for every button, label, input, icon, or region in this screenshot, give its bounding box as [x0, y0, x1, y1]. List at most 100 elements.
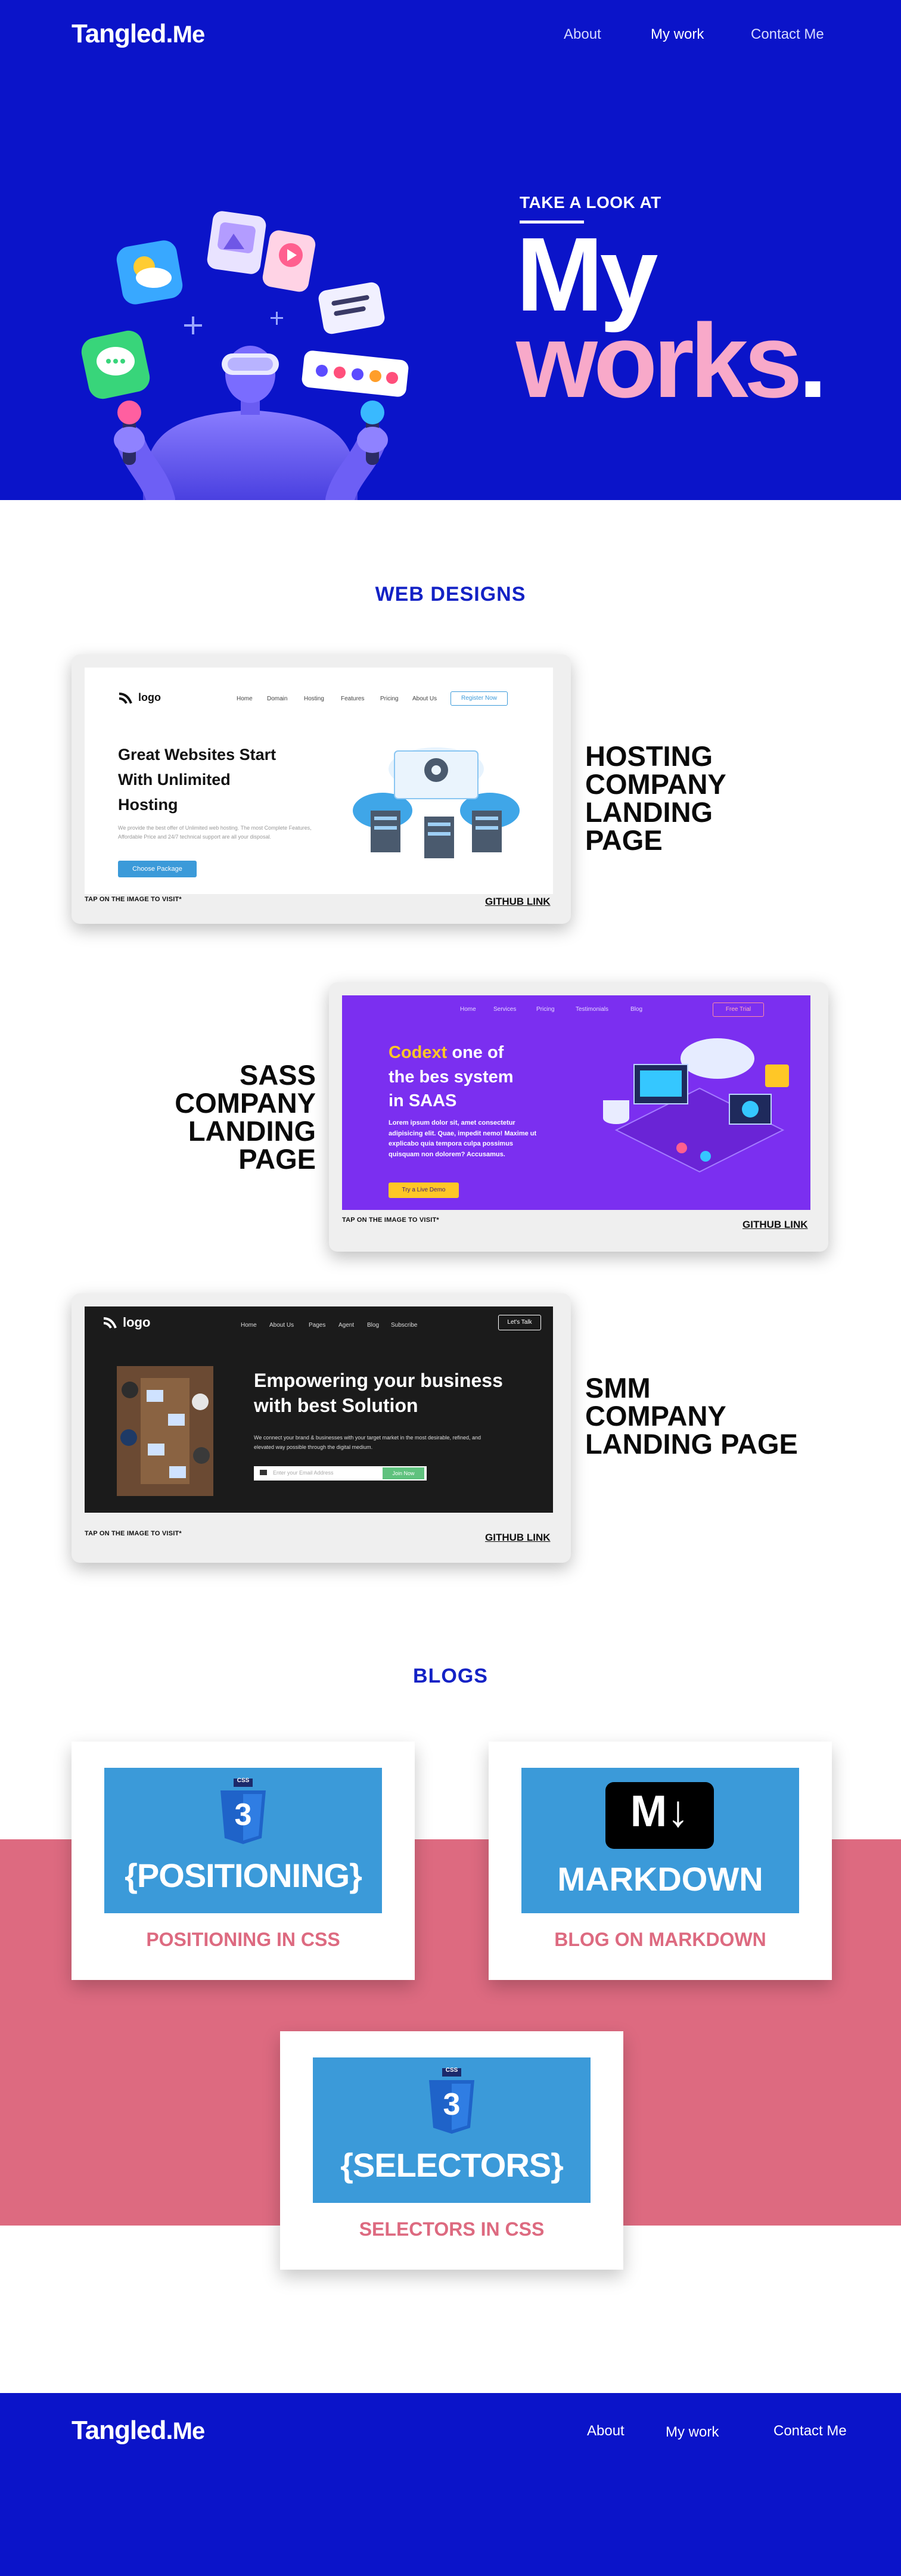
hosting-mock-choose-button: Choose Package [118, 861, 197, 877]
hosting-mock-headline: Great Websites Start With Unlimited Host… [118, 743, 276, 818]
brand-name: Tangled. [72, 19, 173, 48]
blogs-heading: BLOGS [413, 1665, 488, 1687]
sass-mock-demo-button: Try a Live Demo [389, 1183, 459, 1198]
nav-link-my-work[interactable]: My work [651, 26, 704, 43]
smm-mock-nav-agent: Agent [338, 1322, 355, 1329]
hero-title-word: works [516, 303, 803, 420]
sass-title-line2: COMPANY [175, 1087, 316, 1119]
css3-icon: 3 [429, 2068, 474, 2134]
smm-email-placeholder: Enter your Email Address [273, 1470, 334, 1476]
footer-link-contact[interactable]: Contact Me [773, 2423, 847, 2440]
sass-project-title: SASS COMPANY LANDING PAGE [137, 1061, 316, 1173]
smm-mock-nav-pages: Pages [309, 1322, 326, 1329]
chat-card-icon [81, 330, 150, 399]
project-card-sass[interactable]: Home Services Pricing Testimonials Blog … [329, 982, 828, 1252]
hosting-github-link[interactable]: GITHUB LINK [485, 896, 551, 908]
sass-mock-nav-blog: Blog [630, 1006, 643, 1013]
hero-title-line2: works. [516, 309, 828, 414]
hero-section: TAKE A LOOK AT My works. [0, 70, 901, 500]
sass-mock-nav-testimonials: Testimonials [576, 1006, 609, 1013]
nav-link-about[interactable]: About [564, 26, 601, 43]
hosting-mock-body: We provide the best offer of Unlimited w… [118, 825, 312, 840]
brand-logo[interactable]: Tangled.Me [72, 19, 205, 49]
smm-project-title: SMM COMPANY LANDING PAGE [585, 1374, 798, 1458]
blog-card-positioning[interactable]: 3 CSS {POSITIONING} POSITIONING IN CSS [72, 1742, 415, 1980]
smm-title-line1: SMM [585, 1372, 651, 1404]
smm-headline-line1: Empowering your business [254, 1370, 503, 1391]
hosting-headline-line2: With Unlimited [118, 770, 231, 789]
smm-mock-nav-home: Home [241, 1322, 257, 1329]
footer-link-my-work[interactable]: My work [666, 2424, 719, 2441]
sass-mock-body: Lorem ipsum dolor sit, amet consectetur … [389, 1119, 537, 1158]
smm-title-line3: LANDING PAGE [585, 1428, 798, 1460]
smm-mock-body: We connect your brand & businesses with … [254, 1435, 481, 1451]
sass-screenshot[interactable]: Home Services Pricing Testimonials Blog … [342, 995, 810, 1210]
smm-mock-logo: logo [123, 1315, 151, 1330]
mail-icon [260, 1470, 267, 1475]
hosting-mock-logo: logo [138, 691, 161, 703]
smm-mock-nav-subscribe: Subscribe [391, 1322, 418, 1329]
svg-text:3: 3 [235, 1798, 252, 1832]
saas-isometric-illustration [603, 1038, 789, 1173]
sass-headline-line3: in SAAS [389, 1091, 457, 1111]
sass-title-line1: SASS [240, 1059, 316, 1091]
sass-mock-nav-home: Home [460, 1006, 476, 1013]
hosting-mock-nav-features: Features [341, 696, 365, 702]
hosting-mock-nav-about: About Us [412, 696, 437, 702]
top-navbar: Tangled.Me About My work Contact Me [0, 0, 901, 70]
smm-screenshot[interactable]: logo Home About Us Pages Agent Blog Subs… [85, 1306, 553, 1513]
css-badge-text: CSS [445, 2067, 458, 2074]
sass-mock-free-trial-button: Free Trial [713, 1003, 764, 1017]
blog-card-markdown[interactable]: M↓ MARKDOWN BLOG ON MARKDOWN [489, 1742, 832, 1980]
hosting-mock-nav-domain: Domain [267, 696, 288, 702]
blog-title-markdown[interactable]: BLOG ON MARKDOWN [489, 1929, 832, 1951]
blog-title-selectors[interactable]: SELECTORS IN CSS [280, 2218, 623, 2240]
hero-title-dot: . [798, 303, 828, 420]
smm-title-line2: COMPANY [585, 1400, 726, 1432]
sass-tap-hint: TAP ON THE IMAGE TO VISIT* [342, 1216, 439, 1224]
hosting-logo-icon [119, 693, 132, 704]
hero-eyebrow: TAKE A LOOK AT [520, 193, 661, 212]
sass-mock-nav-pricing: Pricing [536, 1006, 555, 1013]
hosting-title-line4: PAGE [585, 824, 663, 856]
footer-brand-logo[interactable]: Tangled.Me [72, 2416, 205, 2445]
weather-card-icon [116, 240, 183, 305]
smm-join-button: Join Now [383, 1467, 424, 1479]
gallery-card-icon [207, 211, 266, 274]
blog-image-markdown: M↓ MARKDOWN [521, 1768, 799, 1913]
blog-title-positioning[interactable]: POSITIONING IN CSS [72, 1929, 415, 1951]
svg-text:3: 3 [443, 2087, 461, 2122]
blog-image-positioning: 3 CSS {POSITIONING} [104, 1768, 382, 1913]
smm-logo-icon [103, 1317, 117, 1329]
hosting-tap-hint: TAP ON THE IMAGE TO VISIT* [85, 896, 182, 903]
web-designs-heading: WEB DESIGNS [375, 583, 526, 606]
nav-link-contact[interactable]: Contact Me [751, 26, 824, 43]
footer-link-about[interactable]: About [587, 2423, 625, 2440]
css-badge-text: CSS [237, 1777, 250, 1784]
blog-card-selectors[interactable]: 3 CSS {SELECTORS} SELECTORS IN CSS [280, 2031, 623, 2270]
hosting-headline-line1: Great Websites Start [118, 746, 276, 764]
smm-headline-line2: with best Solution [254, 1394, 418, 1416]
video-card-icon [262, 230, 316, 292]
project-card-hosting[interactable]: logo Home Domain Hosting Features Pricin… [72, 654, 571, 924]
css3-icon: 3 [220, 1779, 266, 1844]
smm-github-link[interactable]: GITHUB LINK [485, 1532, 551, 1544]
smm-mock-nav-blog: Blog [367, 1322, 380, 1329]
sass-headline-rest: one of [447, 1043, 504, 1062]
smm-tap-hint: TAP ON THE IMAGE TO VISIT* [85, 1530, 182, 1537]
project-card-smm[interactable]: logo Home About Us Pages Agent Blog Subs… [72, 1293, 571, 1563]
hosting-screenshot[interactable]: logo Home Domain Hosting Features Pricin… [85, 668, 553, 894]
hosting-mock-nav-hosting: Hosting [304, 696, 324, 702]
markdown-icon: M↓ [605, 1782, 714, 1849]
markdown-badge-text: M↓ [630, 1786, 689, 1836]
code-card-icon [318, 282, 385, 334]
sass-title-line4: PAGE [238, 1143, 316, 1175]
color-palette-icon [302, 350, 409, 397]
footer: Tangled.Me About My work Contact Me [0, 2393, 901, 2576]
sass-mock-nav-services: Services [493, 1006, 517, 1013]
smm-mock-email-input: Enter your Email Address Join Now [254, 1466, 427, 1481]
smm-mock-headline: Empowering your business with best Solut… [254, 1368, 503, 1418]
blog-image-text-positioning: {POSITIONING} [125, 1857, 362, 1894]
sass-title-line3: LANDING [188, 1115, 316, 1147]
sass-github-link[interactable]: GITHUB LINK [742, 1219, 808, 1231]
